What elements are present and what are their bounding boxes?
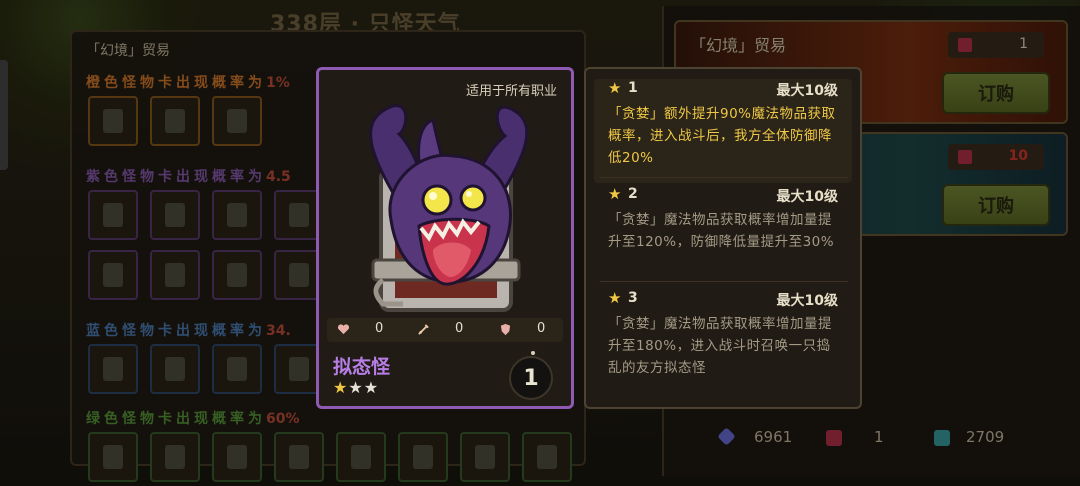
monster-card: 适用于所有职业 0 0 0 拟态怪 ★★★ 1 [316, 67, 574, 409]
skill-level-number: 3 [628, 290, 638, 306]
star-filled-icon: ★ [333, 378, 349, 397]
skill-divider [600, 177, 848, 178]
skill-header: ★ 1 最大10级 [594, 79, 852, 99]
skill-level-2: ★ 2 最大10级 「贪婪」魔法物品获取概率增加量提升至120%，防御降低量提升… [594, 185, 852, 285]
star-empty-icon: ★ [348, 378, 364, 397]
skill-level-1: ★ 1 最大10级 「贪婪」额外提升90%魔法物品获取概率，进入战斗后，我方全体… [594, 79, 852, 183]
level-indicator-dot [531, 351, 535, 355]
monster-stars: ★★★ [333, 378, 379, 397]
skill-level-3: ★ 3 最大10级 「贪婪」魔法物品获取概率增加量提升至180%，进入战斗时召唤… [594, 289, 852, 389]
health-value: 0 [375, 321, 384, 336]
attack-value: 0 [455, 321, 464, 336]
skill-max-level: 最大10级 [776, 293, 838, 309]
applies-to-label: 适用于所有职业 [465, 84, 557, 99]
skill-max-level: 最大10级 [776, 83, 838, 99]
defense-value: 0 [537, 321, 546, 336]
skill-description: 「贪婪」魔法物品获取概率增加量提升至120%，防御降低量提升至30% [608, 212, 835, 250]
star-icon: ★ [608, 289, 622, 307]
skill-header: ★ 3 最大10级 [594, 289, 852, 309]
monster-level: 1 [509, 356, 553, 400]
shield-icon [500, 323, 511, 336]
skill-description: 「贪婪」魔法物品获取概率增加量提升至180%，进入战斗时召唤一只捣乱的友方拟态怪 [608, 316, 832, 376]
skill-level-number: 2 [628, 186, 638, 202]
skill-divider [600, 281, 848, 282]
skill-max-level: 最大10级 [776, 189, 838, 205]
mimic-chest-art [369, 104, 529, 312]
monster-name: 拟态怪 [333, 356, 391, 378]
heart-icon [337, 324, 350, 335]
skill-level-number: 1 [628, 80, 638, 96]
star-icon: ★ [608, 185, 622, 203]
star-icon: ★ [608, 79, 622, 97]
skill-panel: ★ 1 最大10级 「贪婪」额外提升90%魔法物品获取概率，进入战斗后，我方全体… [584, 67, 862, 409]
sword-icon [418, 324, 429, 335]
skill-description: 「贪婪」额外提升90%魔法物品获取概率，进入战斗后，我方全体防御降低20% [608, 106, 836, 166]
star-empty-icon: ★ [363, 378, 380, 397]
skill-header: ★ 2 最大10级 [594, 185, 852, 205]
monster-stats-bar: 0 0 0 [327, 318, 563, 342]
